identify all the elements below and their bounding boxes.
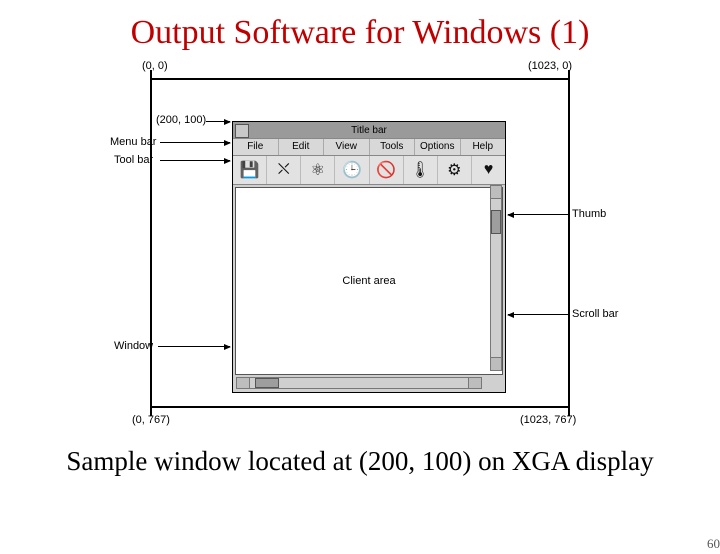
page-number: 60 [707,536,720,552]
slide-caption: Sample window located at (200, 100) on X… [0,446,720,477]
menu-help[interactable]: Help [461,139,506,155]
atom-icon[interactable]: ⚛ [301,156,335,184]
menu-edit[interactable]: Edit [279,139,325,155]
arrow-tool-bar [160,160,230,161]
title-bar-text: Title bar [351,125,387,136]
diagram: (0, 0) (1023, 0) (0, 767) (1023, 767) (2… [80,58,640,438]
menu-bar: File Edit View Tools Options Help [233,138,505,156]
label-thumb: Thumb [572,208,606,220]
menu-view[interactable]: View [324,139,370,155]
label-tool-bar: Tool bar [114,154,153,166]
person-icon[interactable]: ⛌ [267,156,301,184]
coord-bottom-left: (0, 767) [132,414,170,426]
floppy-icon[interactable]: 💾 [233,156,267,184]
arrow-thumb [508,214,568,215]
sample-window: Title bar File Edit View Tools Options H… [232,121,506,393]
coord-top-right: (1023, 0) [528,60,572,72]
arrow-scroll-bar [508,314,568,315]
scroll-down-button[interactable] [491,357,501,370]
client-area: Client area [235,187,503,375]
vertical-thumb[interactable] [491,210,501,234]
title-bar[interactable]: Title bar [233,122,505,138]
label-window: Window [114,340,153,352]
clock-icon[interactable]: 🕒 [335,156,369,184]
horizontal-thumb[interactable] [255,378,279,388]
gear-icon[interactable]: ⚙ [438,156,472,184]
horizontal-scroll-bar[interactable] [236,377,482,389]
thermometer-icon[interactable]: 🌡 [404,156,438,184]
label-scroll-bar: Scroll bar [572,308,618,320]
menu-file[interactable]: File [233,139,279,155]
slide-title: Output Software for Windows (1) [0,14,720,52]
menu-tools[interactable]: Tools [370,139,416,155]
scroll-left-button[interactable] [237,378,250,388]
coord-top-left: (0, 0) [142,60,168,72]
system-menu-icon[interactable] [235,124,249,138]
heart-icon[interactable]: ♥ [472,156,505,184]
scroll-up-button[interactable] [491,186,501,199]
label-menu-bar: Menu bar [110,136,156,148]
menu-options[interactable]: Options [415,139,461,155]
nosmoking-icon[interactable]: 🚫 [370,156,404,184]
scroll-right-button[interactable] [468,378,481,388]
arrow-window [158,346,230,347]
arrow-menu-bar [160,142,230,143]
vertical-scroll-bar[interactable] [490,185,502,371]
coord-window-origin: (200, 100) [156,114,206,126]
client-area-label: Client area [342,275,395,287]
tool-bar: 💾 ⛌ ⚛ 🕒 🚫 🌡 ⚙ ♥ [233,156,505,185]
arrow-window-origin [206,121,230,122]
coord-bottom-right: (1023, 767) [520,414,576,426]
